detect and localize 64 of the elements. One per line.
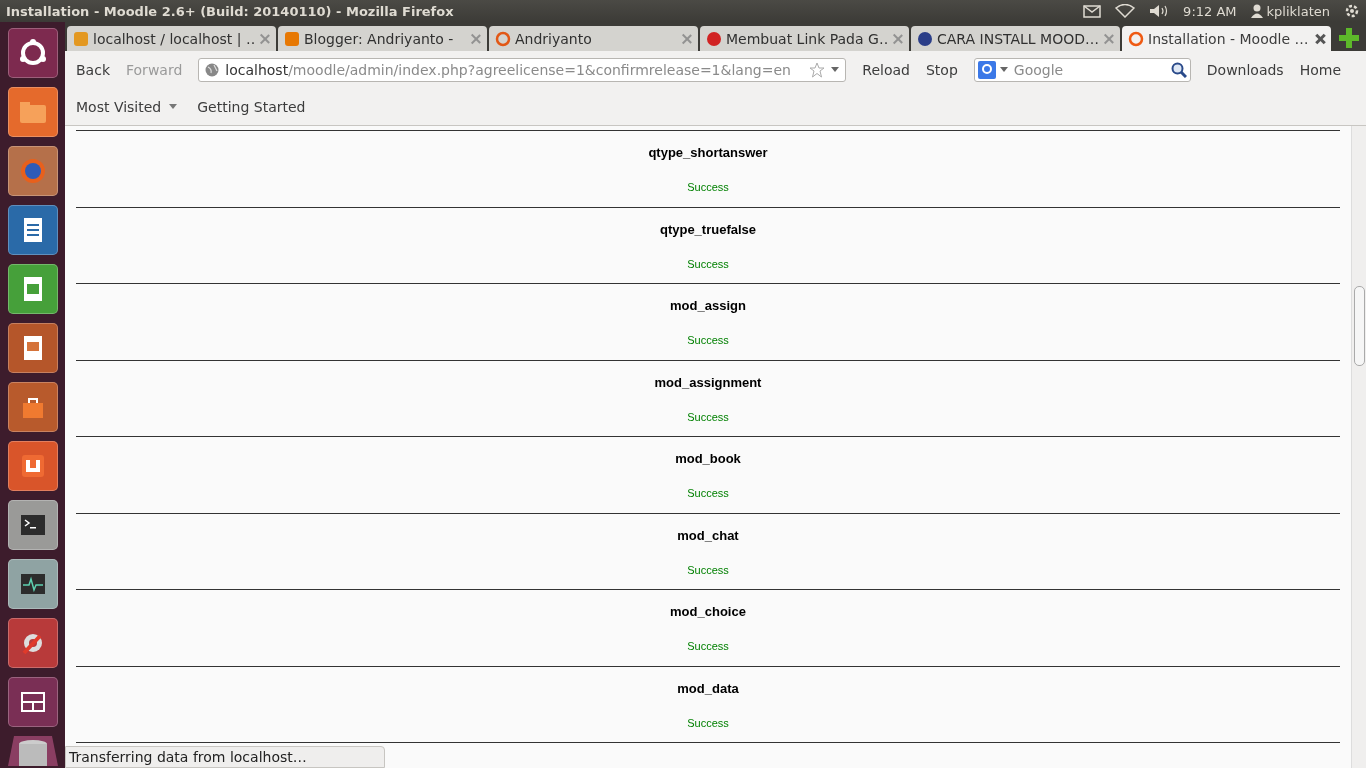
site-icon	[73, 30, 89, 47]
bookmark[interactable]: Most Visited	[76, 98, 178, 115]
shopping-bag-icon[interactable]	[7, 382, 58, 432]
site-icon	[917, 30, 933, 47]
folder-icon[interactable]	[7, 87, 58, 137]
user-name[interactable]: kpliklaten	[1266, 3, 1330, 19]
reload-button[interactable]: Reload	[862, 61, 910, 78]
browser-tab[interactable]: Blogger: Andriyanto -	[278, 26, 487, 51]
plugin-name: mod_assignment	[654, 374, 762, 390]
status-bar: Transferring data from localhost…	[65, 746, 385, 768]
star-icon[interactable]	[809, 61, 826, 78]
presentation-icon[interactable]	[7, 323, 58, 373]
plugin-name: qtype_shortanswer	[648, 145, 768, 160]
back-button[interactable]: Back	[76, 61, 110, 78]
browser-tab[interactable]: localhost / localhost | …	[67, 26, 276, 51]
status-text: Success	[687, 563, 729, 576]
search-icon[interactable]	[1170, 61, 1187, 78]
downloads-button[interactable]: Downloads	[1206, 61, 1284, 78]
user-icon	[1250, 4, 1263, 18]
status-text: Success	[687, 716, 729, 729]
wifi-icon[interactable]	[1115, 4, 1136, 18]
site-icon	[495, 30, 511, 47]
app-icon[interactable]	[7, 441, 58, 491]
workspace-icon[interactable]	[7, 677, 58, 727]
plugin-name: mod_book	[675, 451, 741, 466]
browser-tab[interactable]: Andriyanto	[489, 26, 698, 51]
site-icon	[284, 30, 300, 47]
status-text: Success	[687, 334, 729, 346]
site-icon	[706, 30, 722, 47]
caret-icon[interactable]	[831, 67, 840, 72]
browser-tab[interactable]: Membuat Link Pada G…	[700, 26, 909, 51]
plugin-name: mod_choice	[670, 604, 746, 619]
spreadsheet-icon[interactable]	[7, 264, 58, 314]
plugin-name: mod_assign	[670, 298, 746, 313]
plugin-name: mod_data	[677, 680, 739, 696]
status-text: Success	[687, 410, 729, 423]
address-bar[interactable]: localhost/moodle/admin/index.php?agreelicense=1&confirmrelease=1&lang=en	[198, 57, 847, 82]
bookmark[interactable]: Getting Started	[197, 98, 306, 115]
site-icon	[1128, 30, 1144, 47]
browser-tab[interactable]: Installation - Moodle …	[1122, 26, 1331, 51]
home-button[interactable]: Home	[1299, 61, 1341, 78]
document-icon[interactable]	[7, 205, 58, 255]
status-text: Success	[687, 487, 729, 499]
status-text: Success	[687, 640, 729, 652]
volume-icon[interactable]	[1149, 4, 1170, 18]
url-text: localhost/moodle/admin/index.php?agreelicense=1&confirmrelease=1&lang=en	[225, 61, 792, 78]
clock[interactable]: 9:12 AM	[1183, 3, 1237, 19]
monitor-icon[interactable]	[7, 559, 58, 609]
status-text: Success	[687, 181, 729, 193]
caret-icon[interactable]	[999, 67, 1008, 72]
search-bar[interactable]: Google	[973, 57, 1191, 82]
window-title: Installation - Moodle 2.6+ (Build: 20140110) - Mozilla Firefox	[6, 3, 455, 19]
stop-button[interactable]: Stop	[925, 61, 958, 78]
mail-icon[interactable]	[1083, 4, 1102, 18]
home-icon[interactable]	[7, 28, 58, 78]
close-icon[interactable]	[1315, 33, 1325, 44]
trash-icon[interactable]	[7, 736, 58, 766]
terminal-icon[interactable]	[7, 500, 58, 550]
status-text: Success	[687, 257, 729, 270]
plugin-name: mod_chat	[677, 527, 739, 543]
engine-icon[interactable]	[977, 60, 996, 79]
browser-tab[interactable]: CARA INSTALL MOOD…	[911, 26, 1120, 51]
plugin-name: qtype_truefalse	[659, 221, 757, 237]
scrollbar[interactable]	[1351, 126, 1366, 768]
